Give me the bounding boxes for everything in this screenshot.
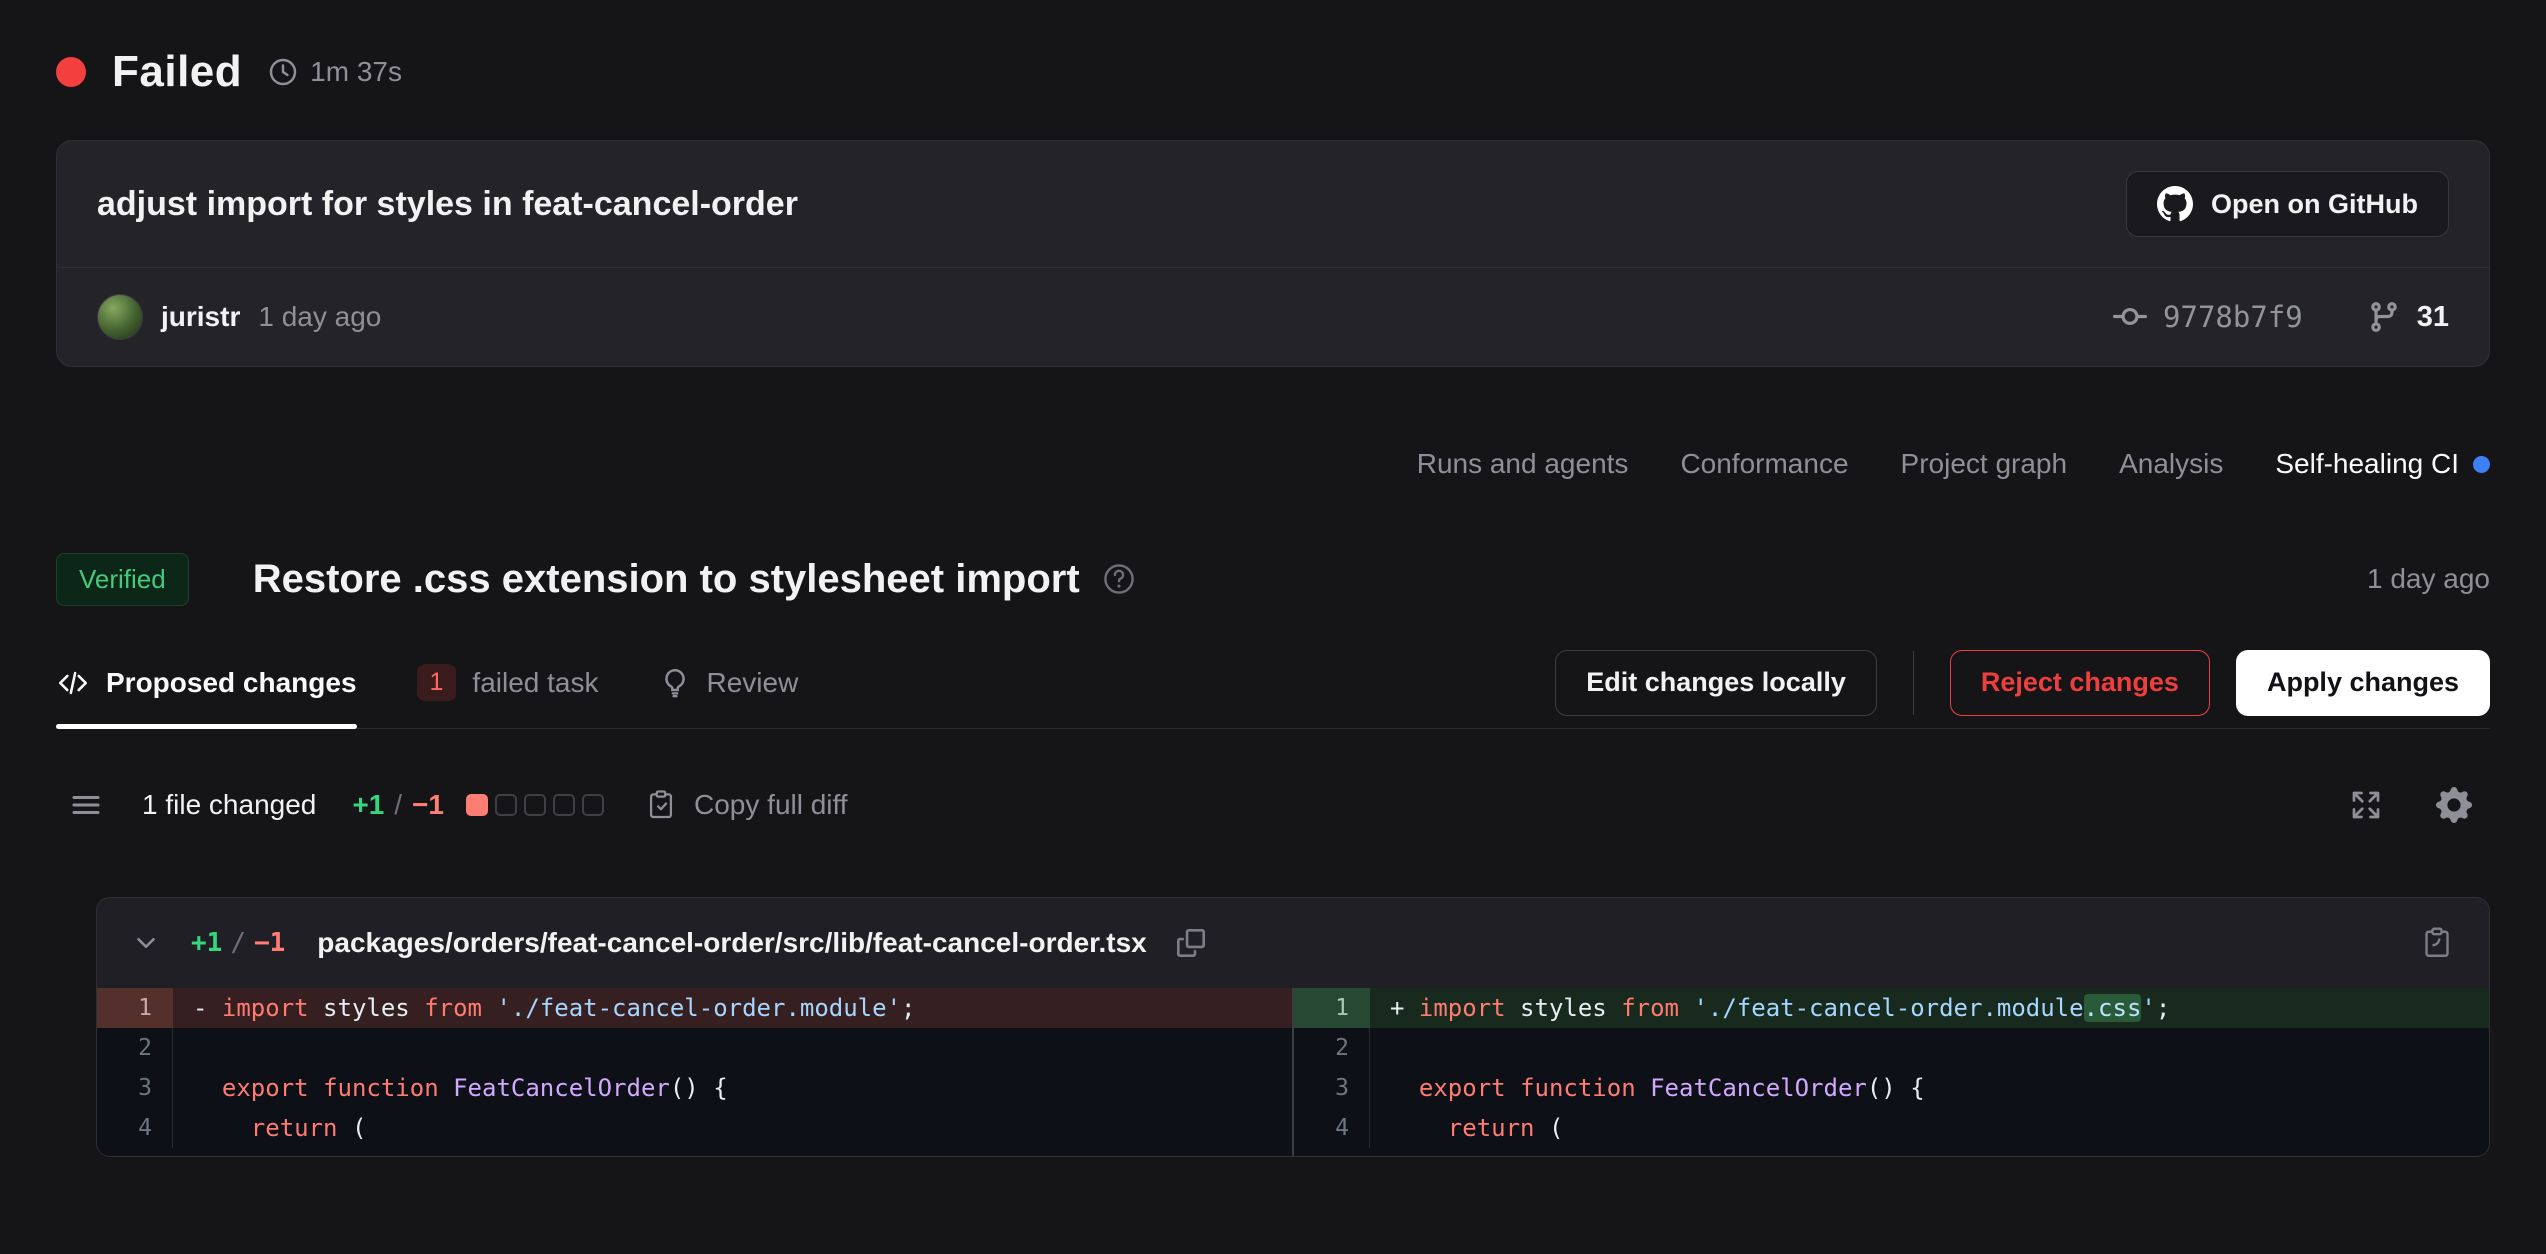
chevron-down-icon[interactable] — [131, 928, 161, 958]
line-number: 4 — [1294, 1108, 1370, 1148]
commit-time-ago: 1 day ago — [258, 301, 381, 333]
clipboard-icon — [644, 788, 678, 822]
diff-line: 4 return ( — [1294, 1108, 2489, 1148]
run-duration: 1m 37s — [310, 56, 402, 88]
branch-count-link[interactable]: 31 — [2367, 300, 2449, 334]
tabs-row: Proposed changes 1 failed task Review Ed… — [56, 637, 2490, 729]
diff-blocks — [466, 794, 604, 816]
nav-runs-and-agents[interactable]: Runs and agents — [1417, 448, 1629, 480]
code-text: export function FeatCancelOrder() { — [1370, 1074, 1925, 1102]
diff-block — [553, 794, 575, 816]
nav-analysis[interactable]: Analysis — [2119, 448, 2223, 480]
branch-count: 31 — [2417, 301, 2449, 334]
commit-message: adjust import for styles in feat-cancel-… — [97, 185, 798, 224]
code-text: return ( — [1370, 1114, 1563, 1142]
commit-hash-link[interactable]: 9778b7f9 — [2113, 300, 2303, 334]
run-status-row: Failed 1m 37s — [56, 44, 2490, 100]
fix-time-ago: 1 day ago — [2367, 563, 2490, 595]
diff-pane-left: 1- import styles from './feat-cancel-ord… — [97, 988, 1292, 1156]
line-number: 3 — [97, 1068, 173, 1108]
diff-block — [495, 794, 517, 816]
clock-icon — [268, 57, 298, 87]
code-text: return ( — [173, 1114, 366, 1142]
line-number: 2 — [97, 1028, 173, 1068]
diff-toolbar: 1 file changed +1 / −1 Copy full diff — [56, 775, 2490, 835]
reject-changes-button[interactable]: Reject changes — [1950, 650, 2210, 716]
file-deletions: −1 — [254, 928, 285, 958]
diff-body: 1- import styles from './feat-cancel-ord… — [97, 988, 2489, 1156]
actions-divider — [1913, 651, 1914, 715]
git-commit-icon — [2113, 300, 2147, 334]
diff-line: 2 — [1294, 1028, 2489, 1068]
tab-proposed-changes[interactable]: Proposed changes — [56, 637, 357, 728]
diff-line: 1+ import styles from './feat-cancel-ord… — [1294, 988, 2489, 1028]
line-number: 3 — [1294, 1068, 1370, 1108]
diff-pane-right: 1+ import styles from './feat-cancel-ord… — [1292, 988, 2489, 1156]
file-additions: +1 — [191, 928, 222, 958]
help-icon[interactable] — [1102, 562, 1136, 596]
line-number: 1 — [97, 988, 173, 1028]
commit-card: adjust import for styles in feat-cancel-… — [56, 140, 2490, 367]
expand-icon[interactable] — [2348, 787, 2384, 823]
line-number: 2 — [1294, 1028, 1370, 1068]
line-number: 4 — [97, 1108, 173, 1148]
diff-line: 1- import styles from './feat-cancel-ord… — [97, 988, 1292, 1028]
file-delta-separator: / — [230, 928, 246, 958]
diff-line: 3 export function FeatCancelOrder() { — [97, 1068, 1292, 1108]
author-name: juristr — [161, 301, 240, 333]
diff-line: 3 export function FeatCancelOrder() { — [1294, 1068, 2489, 1108]
nav-project-graph[interactable]: Project graph — [1901, 448, 2068, 480]
code-text: export function FeatCancelOrder() { — [173, 1074, 728, 1102]
notification-dot — [2473, 456, 2490, 473]
tab-failed-task-label: failed task — [472, 667, 598, 699]
run-status-label: Failed — [112, 47, 242, 97]
open-on-github-button[interactable]: Open on GitHub — [2126, 171, 2449, 237]
fix-heading-row: Verified Restore .css extension to style… — [56, 547, 2490, 611]
workspace-nav: Runs and agents Conformance Project grap… — [56, 445, 2490, 483]
diff-block — [524, 794, 546, 816]
file-path: packages/orders/feat-cancel-order/src/li… — [317, 927, 1146, 959]
diff-file-header: +1 / −1 packages/orders/feat-cancel-orde… — [97, 898, 2489, 988]
copy-path-icon[interactable] — [1177, 929, 1205, 957]
deletions-count: −1 — [412, 789, 444, 821]
menu-icon[interactable] — [68, 787, 104, 823]
code-icon — [56, 666, 90, 700]
tab-proposed-changes-label: Proposed changes — [106, 667, 357, 699]
copy-file-diff-icon[interactable] — [2419, 925, 2455, 961]
apply-changes-button[interactable]: Apply changes — [2236, 650, 2490, 716]
copy-full-diff-button[interactable]: Copy full diff — [644, 788, 848, 822]
verified-badge: Verified — [56, 553, 189, 606]
line-number: 1 — [1294, 988, 1370, 1028]
code-text: - import styles from './feat-cancel-orde… — [173, 994, 915, 1022]
lightbulb-icon — [659, 667, 691, 699]
gear-icon[interactable] — [2436, 787, 2472, 823]
additions-count: +1 — [352, 789, 384, 821]
diff-block — [582, 794, 604, 816]
tab-failed-task[interactable]: 1 failed task — [417, 637, 599, 728]
delta-separator: / — [394, 789, 402, 821]
github-icon — [2157, 186, 2193, 222]
diff-line: 2 — [97, 1028, 1292, 1068]
failed-status-dot — [56, 57, 86, 87]
commit-hash: 9778b7f9 — [2163, 300, 2303, 334]
diff-block — [466, 794, 488, 816]
author-avatar — [97, 294, 143, 340]
failed-count-badge: 1 — [417, 664, 457, 701]
nav-self-healing-ci-label: Self-healing CI — [2275, 448, 2459, 480]
open-on-github-label: Open on GitHub — [2211, 189, 2418, 220]
tab-review[interactable]: Review — [659, 637, 799, 728]
fix-title: Restore .css extension to stylesheet imp… — [253, 557, 1080, 602]
code-text: + import styles from './feat-cancel-orde… — [1370, 994, 2170, 1022]
diff-card: +1 / −1 packages/orders/feat-cancel-orde… — [96, 897, 2490, 1157]
nav-self-healing-ci[interactable]: Self-healing CI — [2275, 448, 2490, 480]
tab-review-label: Review — [707, 667, 799, 699]
git-branch-icon — [2367, 300, 2401, 334]
diff-line: 4 return ( — [97, 1108, 1292, 1148]
edit-changes-locally-button[interactable]: Edit changes locally — [1555, 650, 1877, 716]
copy-full-diff-label: Copy full diff — [694, 789, 848, 821]
files-changed-label: 1 file changed — [142, 789, 316, 821]
nav-conformance[interactable]: Conformance — [1680, 448, 1848, 480]
